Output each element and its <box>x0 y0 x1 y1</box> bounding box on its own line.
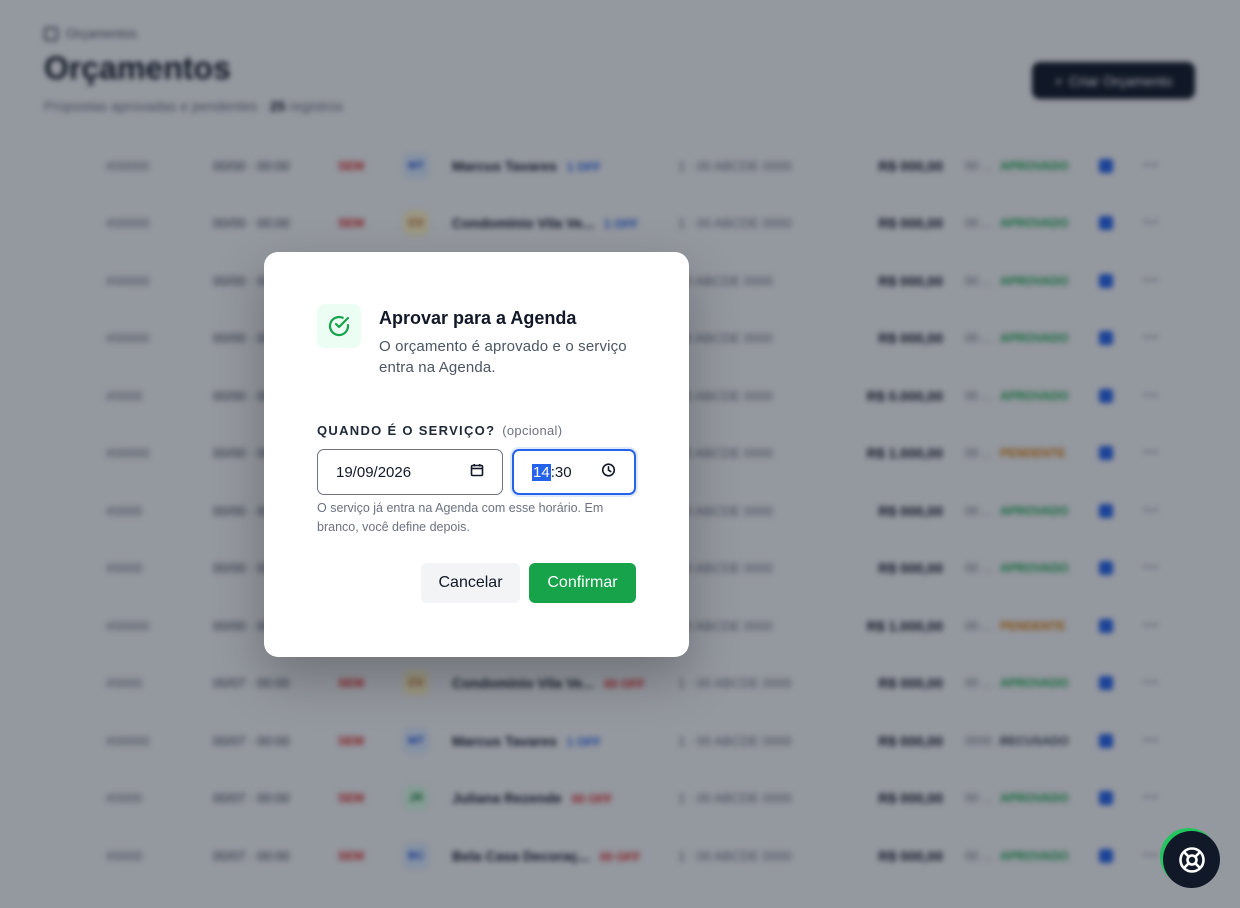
calendar-icon[interactable] <box>470 463 484 481</box>
confirm-button[interactable]: Confirmar <box>529 563 636 603</box>
service-time-input[interactable]: 14:30 <box>512 449 636 495</box>
dialog-title: Aprovar para a Agenda <box>379 308 577 328</box>
clock-icon[interactable] <box>601 463 616 482</box>
service-date-input[interactable]: 19/09/2026 <box>317 449 503 495</box>
dialog-description: O orçamento é aprovado e o serviço entra… <box>379 338 627 376</box>
service-when-label: QUANDO É O SERVIÇO? (opcional) <box>317 423 563 438</box>
approve-schedule-dialog: Aprovar para a Agenda O orçamento é apro… <box>264 252 689 657</box>
time-hour-segment[interactable]: 14 <box>532 463 551 481</box>
time-help-text: O serviço já entra na Agenda com esse ho… <box>317 501 604 534</box>
lifebuoy-icon <box>1178 846 1205 873</box>
time-minute-segment[interactable]: 30 <box>555 464 572 481</box>
check-circle-icon <box>317 304 361 348</box>
optional-hint: (opcional) <box>502 423 563 438</box>
help-button[interactable] <box>1163 831 1220 888</box>
date-value: 19/09/2026 <box>336 463 412 481</box>
cancel-button[interactable]: Cancelar <box>421 563 520 603</box>
